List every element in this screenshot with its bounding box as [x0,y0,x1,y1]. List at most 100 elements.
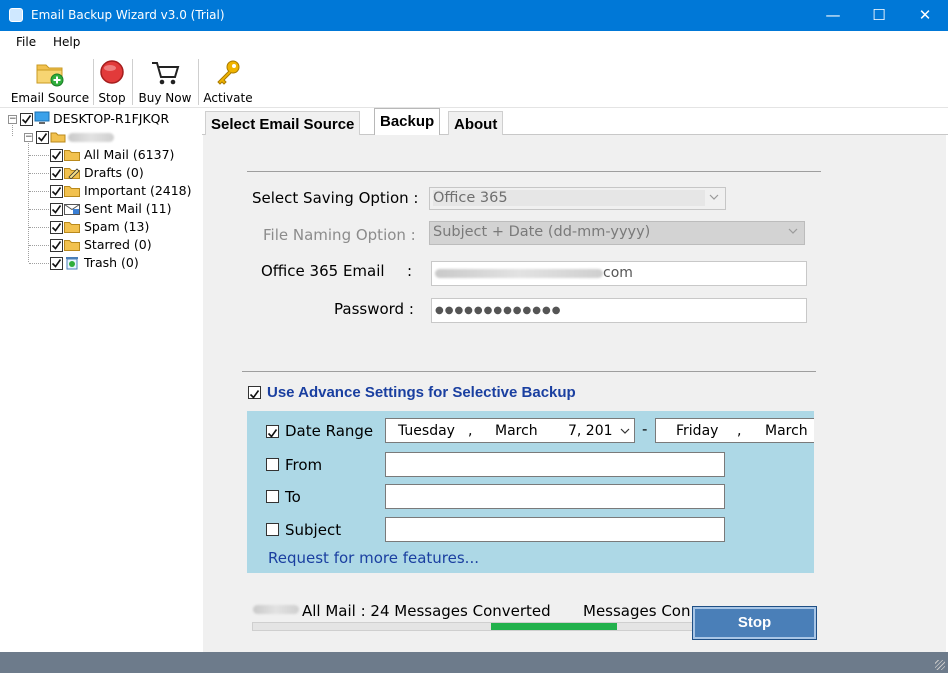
date-range-label: Date Range [285,422,374,440]
folder-label: Spam (13) [84,219,150,234]
tab-select-email-source[interactable]: Select Email Source [205,111,361,135]
email-suffix: com [603,265,633,281]
account-name-redacted [253,605,299,614]
saving-option-label: Select Saving Option : [252,189,419,207]
key-icon [217,60,240,85]
folder-icon [64,186,80,197]
folder-label: Trash (0) [84,255,139,270]
start-date-picker[interactable]: Tuesday , March 7, 201 [385,418,635,443]
backup-panel: Select Saving Option : Office 365 File N… [203,135,946,652]
start-sep: , [468,423,473,439]
office365-email-input[interactable]: com [431,261,807,286]
tree-folder-important[interactable]: Important (2418) [0,182,202,200]
subject-checkbox[interactable] [266,523,279,536]
stop-label: Stop [98,91,126,105]
saving-option-select[interactable]: Office 365 [429,187,726,210]
tree-root[interactable]: − DESKTOP-R1FJKQR [0,110,202,128]
email-label: Office 365 Email [261,262,385,280]
resize-grip-icon[interactable] [935,660,945,670]
app-icon [9,8,23,22]
buy-now-button[interactable]: Buy Now [136,57,194,107]
folder-icon [64,150,80,161]
date-range-checkbox[interactable] [266,425,279,438]
tree-root-label: DESKTOP-R1FJKQR [53,111,170,126]
end-month: March [765,423,808,439]
folder-checkbox[interactable] [50,221,63,234]
folder-add-icon [36,64,64,87]
tree-root-checkbox[interactable] [20,113,33,126]
folder-label: Important (2418) [84,183,192,198]
tree-line [29,227,49,228]
folder-checkbox[interactable] [50,257,63,270]
tree-line [29,191,49,192]
folder-checkbox[interactable] [50,203,63,216]
password-label: Password : [334,300,414,318]
activate-label: Activate [203,91,253,105]
start-day-year: 7, 201 [568,423,613,439]
password-input[interactable]: ●●●●●●●●●●●●● [431,298,807,323]
subject-label: Subject [285,521,342,539]
close-button[interactable]: ✕ [902,0,948,31]
title-bar: Email Backup Wizard v3.0 (Trial) — ☐ ✕ [0,0,948,31]
email-source-button[interactable]: Email Source [10,57,90,107]
tree-line [29,173,49,174]
date-range-dash: - [642,420,648,438]
tree-folder-sent-mail[interactable]: Sent Mail (11) [0,200,202,218]
menu-bar: File Help [0,31,948,53]
folder-label: All Mail (6137) [84,147,175,162]
folder-checkbox[interactable] [50,239,63,252]
email-redacted [435,268,603,278]
toolbar-separator [93,59,94,105]
tree-folder-spam[interactable]: Spam (13) [0,218,202,236]
chevron-down-icon [788,228,798,234]
folder-checkbox[interactable] [50,185,63,198]
collapse-icon[interactable]: − [24,133,33,142]
folder-checkbox[interactable] [50,149,63,162]
tree-account[interactable]: − [0,128,202,146]
tree-folder-all-mail[interactable]: All Mail (6137) [0,146,202,164]
computer-icon [34,111,50,124]
tree-line [29,263,49,264]
from-input[interactable] [385,452,725,477]
menu-help[interactable]: Help [53,35,80,49]
activate-button[interactable]: Activate [202,57,254,107]
stop-button[interactable]: Stop [692,606,817,640]
advance-settings-section: Date Range Tuesday , March 7, 201 - Frid… [247,411,814,573]
tree-line [29,209,49,210]
from-checkbox[interactable] [266,458,279,471]
drafts-folder-icon [64,168,80,179]
tab-strip: Select Email Source Backup About [202,108,948,135]
tab-backup[interactable]: Backup [374,108,441,135]
tab-about[interactable]: About [448,111,504,135]
email-source-label: Email Source [10,91,90,105]
start-month: March [495,423,538,439]
tree-folder-trash[interactable]: Trash (0) [0,254,202,272]
email-colon: : [407,262,413,280]
tree-folder-starred[interactable]: Starred (0) [0,236,202,254]
folder-checkbox[interactable] [50,167,63,180]
stop-toolbar-button[interactable]: Stop [96,57,128,107]
to-label: To [285,488,301,506]
saving-option-value: Office 365 [433,190,705,206]
tree-folder-drafts[interactable]: Drafts (0) [0,164,202,182]
account-name-redacted [68,133,114,142]
progress-bar-fill [491,623,617,630]
to-checkbox[interactable] [266,490,279,503]
maximize-button[interactable]: ☐ [856,0,902,31]
toolbar-separator [198,59,199,105]
collapse-icon[interactable]: − [8,115,17,124]
messages-progress-status: Messages Con [583,602,691,620]
request-features-link[interactable]: Request for more features... [268,549,479,567]
advance-settings-checkbox[interactable] [248,386,261,399]
folder-label: Sent Mail (11) [84,201,172,216]
menu-file[interactable]: File [16,35,36,49]
sent-mail-icon [64,204,80,215]
subject-input[interactable] [385,517,725,542]
minimize-button[interactable]: — [810,0,856,31]
naming-option-value: Subject + Date (dd-mm-yyyy) [433,224,651,240]
tree-account-checkbox[interactable] [36,131,49,144]
naming-option-select[interactable]: Subject + Date (dd-mm-yyyy) [429,221,805,245]
end-date-picker[interactable]: Friday , March [655,418,814,443]
chevron-down-icon [620,428,630,434]
to-input[interactable] [385,484,725,509]
